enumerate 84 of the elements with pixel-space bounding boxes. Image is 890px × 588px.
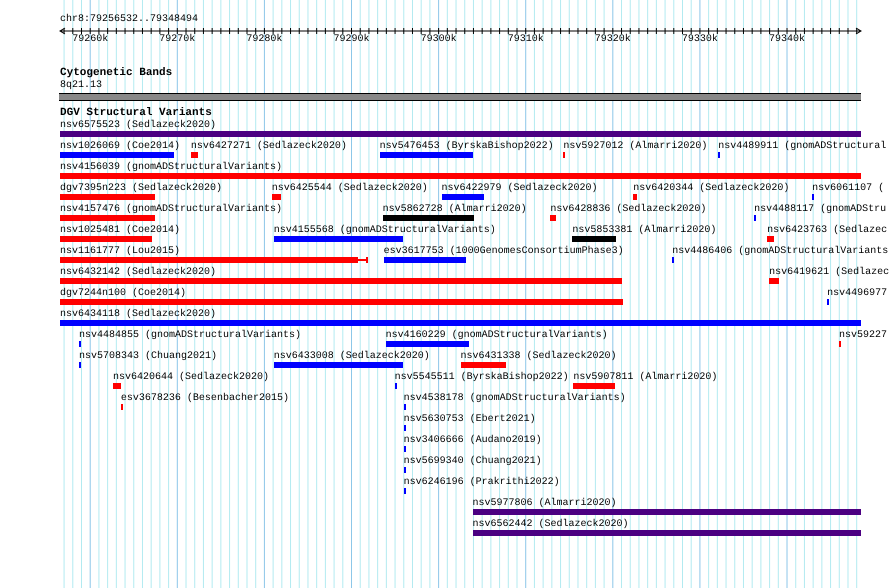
feature-label[interactable]: nsv5853381 (Almarri2020) [572, 225, 716, 237]
band-label: 8q21.13 [60, 80, 102, 92]
feature-label[interactable]: nsv4486406 (gnomADStructuralVariants [672, 246, 888, 258]
feature-bar[interactable] [839, 341, 842, 347]
feature-label[interactable]: nsv6434118 (Sedlazeck2020) [60, 309, 216, 321]
feature-bar[interactable] [404, 467, 406, 473]
tick-label: 79290k [334, 34, 370, 46]
feature-label[interactable]: nsv6420344 (Sedlazeck2020) [633, 183, 790, 195]
feature-label[interactable]: nsv4489911 (gnomADStructural [718, 141, 886, 153]
tick-label: 79320k [594, 34, 631, 46]
feature-label[interactable]: nsv5927012 (Almarri2020) [563, 141, 708, 153]
feature-label[interactable]: nsv6419621 (Sedlazec [769, 267, 890, 279]
feature-label[interactable]: nsv4160229 (gnomADStructuralVariants) [386, 330, 608, 342]
feature-label[interactable]: nsv4538178 (gnomADStructuralVariants) [404, 393, 626, 405]
tick-label: 79340k [769, 34, 806, 46]
feature-bar[interactable] [633, 194, 638, 200]
feature-bar[interactable] [550, 215, 556, 221]
feature-label[interactable]: nsv4155568 (gnomADStructuralVariants) [274, 225, 496, 237]
feature-label[interactable]: nsv5545511 (ByrskaBishop2022) [394, 372, 569, 384]
tick-label: 79300k [420, 34, 457, 46]
feature-bar[interactable] [78, 362, 81, 368]
feature-label[interactable]: nsv3406666 (Audano2019) [404, 435, 542, 447]
feature-label[interactable]: nsv5977806 (Almarri2020) [472, 498, 617, 510]
feature-label[interactable]: nsv5708343 (Chuang2021) [78, 351, 217, 363]
feature-label[interactable]: esv3678236 (Besenbacher2015) [120, 393, 289, 405]
feature-label[interactable]: nsv4496977 [827, 288, 888, 300]
feature-bar[interactable] [767, 236, 774, 242]
track-title: Cytogenetic Bands [60, 67, 172, 80]
feature-bar[interactable] [78, 341, 81, 347]
feature-bar[interactable] [442, 194, 484, 200]
tick-label: 79280k [246, 34, 282, 46]
feature-bar[interactable] [190, 152, 198, 158]
feature-label[interactable]: nsv6432142 (Sedlazeck2020) [60, 267, 216, 279]
feature-label[interactable]: nsv6422979 (Sedlazeck2020) [442, 183, 598, 195]
feature-bar[interactable] [112, 383, 121, 389]
track-title: DGV Structural Variants [60, 107, 212, 119]
tick-label: 79310k [508, 34, 544, 46]
extension-whisker [358, 257, 368, 263]
tick-label: 79260k [72, 34, 108, 46]
feature-bar[interactable] [718, 152, 720, 158]
feature-bar[interactable] [404, 404, 406, 410]
feature-label[interactable]: nsv6061107 ( [812, 183, 884, 195]
feature-label[interactable]: esv3617753 (1000GenomesConsortiumPhase3) [384, 246, 624, 258]
feature-bar[interactable] [812, 194, 814, 200]
tick-label: 79330k [682, 34, 718, 46]
feature-label[interactable]: nsv6433008 (Sedlazeck2020) [274, 351, 430, 363]
feature-label[interactable]: nsv1026069 (Coe2014) [60, 141, 180, 153]
feature-label[interactable]: nsv6425544 (Sedlazeck2020) [272, 183, 428, 195]
feature-bar[interactable] [754, 215, 756, 221]
feature-label[interactable]: nsv6246196 (Prakrithi2022) [404, 477, 560, 489]
feature-bar[interactable] [404, 425, 406, 431]
tick-label: 79270k [159, 34, 196, 46]
feature-label[interactable]: nsv5630753 (Ebert2021) [404, 414, 536, 426]
feature-label[interactable]: nsv6427271 (Sedlazeck2020) [190, 141, 347, 153]
feature-label[interactable]: nsv1161777 (Lou2015) [60, 246, 180, 258]
feature-bar[interactable] [672, 257, 674, 263]
feature-label[interactable]: nsv1025481 (Coe2014) [60, 225, 180, 237]
feature-label[interactable]: nsv4484855 (gnomADStructuralVariants) [78, 330, 302, 342]
feature-bar[interactable] [272, 194, 281, 200]
feature-bar[interactable] [827, 299, 830, 305]
feature-label[interactable]: dgv7244n100 (Coe2014) [60, 288, 186, 300]
feature-label[interactable]: nsv59227 [839, 330, 888, 342]
feature-label[interactable]: nsv6431338 (Sedlazeck2020) [460, 351, 617, 363]
feature-label[interactable]: nsv5862728 (Almarri2020) [382, 204, 527, 216]
feature-bar[interactable] [769, 278, 780, 284]
feature-label[interactable]: nsv5476453 (ByrskaBishop2022) [380, 141, 554, 153]
feature-label[interactable]: nsv6575523 (Sedlazeck2020) [60, 120, 216, 132]
feature-label[interactable]: nsv6420644 (Sedlazeck2020) [112, 372, 269, 384]
feature-bar[interactable] [460, 362, 506, 368]
feature-label[interactable]: nsv4157476 (gnomADStructuralVariants) [60, 204, 282, 216]
feature-bar[interactable] [404, 446, 406, 452]
feature-label[interactable]: nsv5699340 (Chuang2021) [404, 456, 542, 468]
feature-label[interactable]: nsv4488117 (gnomADStru [754, 204, 886, 216]
feature-label[interactable]: nsv6428836 (Sedlazeck2020) [550, 204, 706, 216]
feature-label[interactable]: dgv7395n223 (Sedlazeck2020) [60, 183, 222, 195]
location-label: chr8:79256532..79348494 [60, 14, 198, 26]
feature-bar[interactable] [563, 152, 566, 158]
feature-bar[interactable] [120, 404, 123, 410]
feature-label[interactable]: nsv6423763 (Sedlazec [767, 225, 888, 237]
feature-label[interactable]: nsv6562442 (Sedlazeck2020) [472, 519, 629, 531]
feature-label[interactable]: nsv4156039 (gnomADStructuralVariants) [60, 162, 282, 174]
feature-label[interactable]: nsv5907811 (Almarri2020) [573, 372, 718, 384]
feature-bar[interactable] [404, 488, 406, 494]
feature-bar[interactable] [394, 383, 397, 389]
